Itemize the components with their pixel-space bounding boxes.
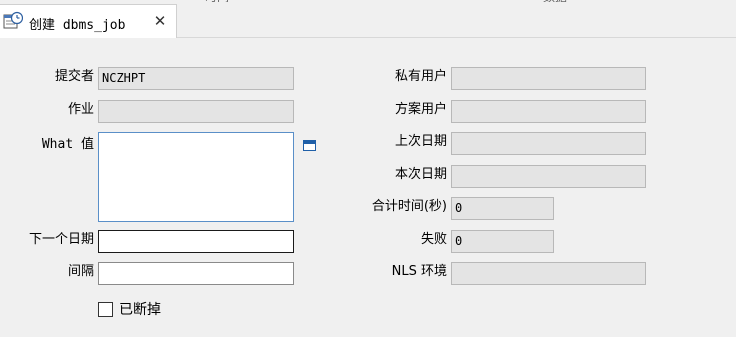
total-time-label: 合计时间(秒) (371, 199, 447, 214)
submitter-label: 提交者 (54, 69, 94, 84)
last-date-label: 上次日期 (394, 134, 447, 149)
tab-title: 创建 dbms_job (29, 18, 126, 33)
tab-create-dbms-job[interactable]: 创建 dbms_job ✕ (0, 4, 177, 38)
private-user-field (451, 67, 646, 90)
dbms-job-editor: 时间 数据 创建 dbms_job ✕ 提交者 NCZHPT 作业 What 值 (0, 0, 736, 337)
private-user-label: 私有用户 (394, 69, 447, 84)
expand-editor-button[interactable] (303, 140, 316, 151)
tab-strip: 时间 数据 创建 dbms_job ✕ (0, 0, 736, 38)
submitter-field: NCZHPT (98, 67, 294, 90)
broken-checkbox[interactable] (98, 302, 113, 317)
interval-label: 间隔 (67, 264, 94, 279)
job-label: 作业 (67, 102, 94, 117)
next-date-input[interactable] (98, 230, 294, 253)
this-date-label: 本次日期 (394, 167, 447, 182)
failures-field: 0 (451, 230, 554, 253)
schema-user-label: 方案用户 (394, 102, 447, 117)
top-fragment-1: 时间 (205, 0, 229, 2)
top-fragment-2: 数据 (543, 0, 567, 2)
what-label: What 值 (41, 137, 94, 152)
this-date-field (451, 165, 646, 188)
failures-label: 失败 (420, 232, 447, 247)
job-field (98, 100, 294, 123)
last-date-field (451, 132, 646, 155)
next-date-label: 下一个日期 (28, 232, 94, 247)
close-icon[interactable]: ✕ (151, 12, 169, 30)
nls-env-label: NLS 环境 (391, 264, 447, 279)
broken-label: 已断掉 (119, 302, 161, 318)
nls-env-field (451, 262, 646, 285)
what-textarea[interactable] (98, 132, 294, 222)
schema-user-field (451, 100, 646, 123)
calendar-clock-icon (3, 11, 24, 31)
interval-input[interactable] (98, 262, 294, 285)
total-time-field: 0 (451, 197, 554, 220)
